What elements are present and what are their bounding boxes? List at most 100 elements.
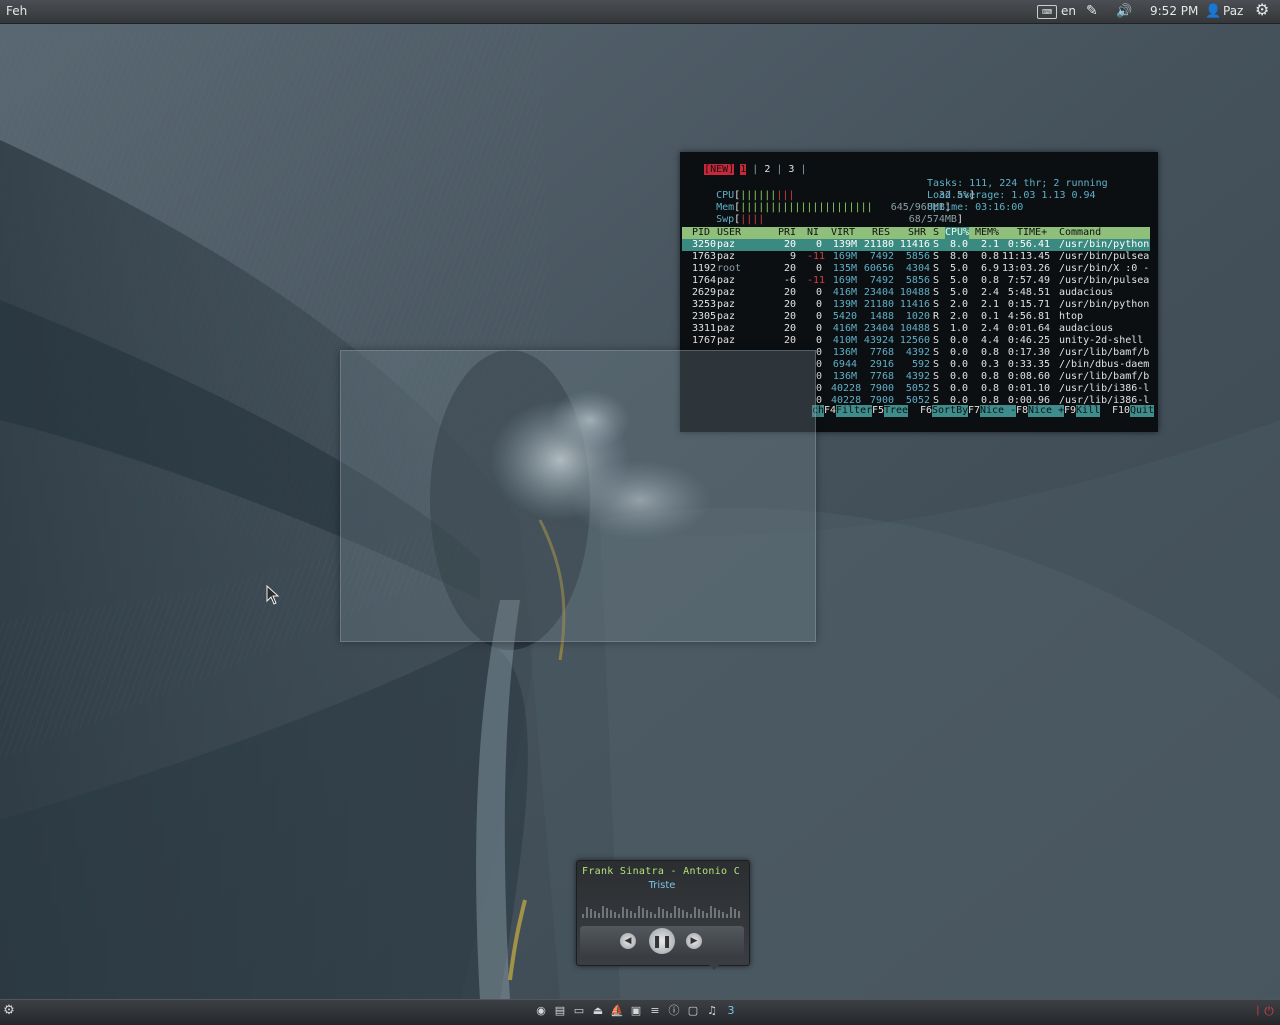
- cell-pid: 1763: [692, 251, 717, 262]
- uptime-stat: Uptime: 03:16:00: [927, 202, 1024, 213]
- cell-virt: 139M: [832, 299, 857, 310]
- process-row[interactable]: 2629 paz 20 0 416M 23404 10488 S 5.0 2.4 5:48.51 au…: [682, 287, 1150, 299]
- cell-res: 23404: [863, 287, 894, 298]
- fkey-f10[interactable]: F10: [1112, 405, 1130, 417]
- col-time[interactable]: TIME+: [1017, 227, 1047, 239]
- col-virt[interactable]: VIRT: [831, 227, 855, 239]
- spectrum-bar: [642, 908, 644, 918]
- gear-icon[interactable]: ⚙: [1255, 2, 1269, 18]
- display-icon[interactable]: ▢: [686, 1004, 700, 1018]
- cell-mem: 0.8: [980, 275, 999, 286]
- previous-track-button[interactable]: ◀: [620, 933, 636, 949]
- fkey-f7[interactable]: F7: [968, 405, 980, 417]
- col-cpu[interactable]: CPU%: [945, 227, 970, 239]
- cell-virt: 139M: [832, 239, 857, 250]
- spectrum-bar: [718, 910, 720, 918]
- spectrum-bar: [682, 910, 684, 918]
- col-command[interactable]: Command: [1059, 227, 1101, 239]
- fkey-f8[interactable]: F8: [1016, 405, 1028, 417]
- workspace-count[interactable]: 3: [724, 1004, 738, 1018]
- cell-virt: 169M: [832, 251, 857, 262]
- cell-virt: 416M: [832, 287, 857, 298]
- cell-virt: 416M: [832, 323, 857, 334]
- col-pid[interactable]: PID: [692, 227, 710, 239]
- fkey-label[interactable]: Filter: [836, 405, 873, 417]
- cell-user: root: [717, 263, 742, 274]
- fkey-f9[interactable]: F9: [1064, 405, 1076, 417]
- col-res[interactable]: RES: [872, 227, 890, 239]
- spectrum-bar: [618, 914, 620, 918]
- cell-ni: 0: [815, 311, 822, 322]
- process-row[interactable]: 1192 root 20 0 135M 60656 4304 S 5.0 6.9 13:03.26 /…: [682, 263, 1150, 275]
- spectrum-bar: [598, 913, 600, 918]
- power-icon[interactable]: ⏻: [1262, 1004, 1276, 1018]
- col-s[interactable]: S: [933, 227, 939, 239]
- pause-button[interactable]: ❚❚: [649, 928, 675, 954]
- process-row[interactable]: 3253 paz 20 0 139M 21180 11416 S 2.0 2.1 0:15.71/u…: [682, 299, 1150, 311]
- cell-ni: 0: [815, 287, 822, 298]
- player-controls: ◀ ❚❚ ▶: [580, 926, 744, 956]
- cell-time: 0:46.25: [1007, 335, 1050, 346]
- cell-cpu: 1.0: [949, 323, 968, 334]
- col-shr[interactable]: SHR: [908, 227, 926, 239]
- volume-icon[interactable]: 🔊: [1116, 4, 1132, 19]
- fkey-label[interactable]: SortBy: [932, 405, 969, 417]
- fkey-f5[interactable]: F5: [872, 405, 884, 417]
- spectrum-bar: [710, 906, 712, 918]
- tab-new[interactable]: [NEW]: [704, 164, 735, 175]
- col-pri[interactable]: PRI: [778, 227, 796, 239]
- archive-icon[interactable]: ≡: [648, 1004, 662, 1018]
- spectrum-bar: [658, 907, 660, 918]
- col-user[interactable]: USER: [717, 227, 741, 239]
- keyboard-icon[interactable]: ⌨: [1037, 5, 1057, 19]
- ship-icon[interactable]: ⛵: [610, 1004, 624, 1018]
- fkey-label[interactable]: Kill: [1076, 405, 1101, 417]
- cell-res: 7900: [869, 383, 894, 394]
- cell-cmd: /usr/bin/pulsea: [1059, 275, 1150, 286]
- cell-s: S: [933, 263, 940, 274]
- cell-virt: 135M: [832, 263, 857, 274]
- menu-icon[interactable]: ⚙: [2, 1004, 16, 1018]
- fkey-label[interactable]: Nice -: [980, 405, 1017, 417]
- tasks-stat: Tasks: 111, 224 thr; 2 running: [927, 178, 1108, 189]
- cell-cmd: /usr/bin/python: [1059, 239, 1150, 250]
- cell-cpu: 2.0: [949, 311, 968, 322]
- window-icon[interactable]: ▣: [629, 1004, 643, 1018]
- cell-user: paz: [717, 299, 736, 310]
- cell-shr: 11416: [899, 299, 930, 310]
- user-icon[interactable]: 👤: [1205, 4, 1221, 19]
- active-app-name[interactable]: Feh: [6, 4, 27, 19]
- fkey-label[interactable]: Tree: [884, 405, 909, 417]
- cell-pri: -6: [783, 275, 796, 286]
- cell-cmd: audacious: [1059, 323, 1114, 334]
- col-mem[interactable]: MEM%: [975, 227, 999, 239]
- cell-s: S: [933, 383, 940, 394]
- terminal-icon[interactable]: ▭: [572, 1004, 586, 1018]
- col-ni[interactable]: NI: [807, 227, 819, 239]
- fkey-f4[interactable]: F4: [824, 405, 836, 417]
- next-track-button[interactable]: ▶: [686, 933, 702, 949]
- firefox-icon[interactable]: ◉: [534, 1004, 548, 1018]
- pen-icon[interactable]: ✎: [1086, 4, 1098, 19]
- process-row[interactable]: 3250 paz 20 0 139M 21180 11416 S 8.0 2.1 0:56.41/u…: [682, 239, 1150, 251]
- process-row[interactable]: 1764 paz -6 -11 169M 7492 5856 S 5.0 0.8 7:57.49/u…: [682, 275, 1150, 287]
- fkey-label[interactable]: Quit: [1130, 405, 1155, 417]
- cell-cmd: audacious: [1059, 287, 1114, 298]
- spectrum-bar: [582, 914, 584, 918]
- process-row[interactable]: 2305 paz 20 0 5420 1488 1020 R 2.0 0.1 4:56.81 htop: [682, 311, 1150, 323]
- process-row[interactable]: 1763 paz 9 -11 169M 7492 5856 S 8.0 0.8 11:13.45/u…: [682, 251, 1150, 263]
- spectrum-bar: [738, 911, 740, 918]
- fkey-f6[interactable]: F6: [920, 405, 932, 417]
- music-icon[interactable]: ♫: [705, 1004, 719, 1018]
- keyboard-layout[interactable]: en: [1061, 4, 1076, 19]
- fkey-label[interactable]: Nice +: [1028, 405, 1065, 417]
- info-icon[interactable]: ⓘ: [667, 1004, 681, 1018]
- eject-icon[interactable]: ⏏: [591, 1004, 605, 1018]
- cell-pid: 1192: [692, 263, 717, 274]
- process-row[interactable]: 3311 paz 20 0 416M 23404 10488 S 1.0 2.4 0:01.64 au…: [682, 323, 1150, 335]
- feed-reader-icon[interactable]: ▤: [553, 1004, 567, 1018]
- user-name[interactable]: Paz: [1223, 4, 1243, 19]
- translucent-window[interactable]: [340, 350, 816, 642]
- clock[interactable]: 9:52 PM: [1150, 4, 1198, 19]
- process-row[interactable]: 1767 paz 20 0 410M 43924 12560 S 0.0 4.4 0:46.25 un…: [682, 335, 1150, 347]
